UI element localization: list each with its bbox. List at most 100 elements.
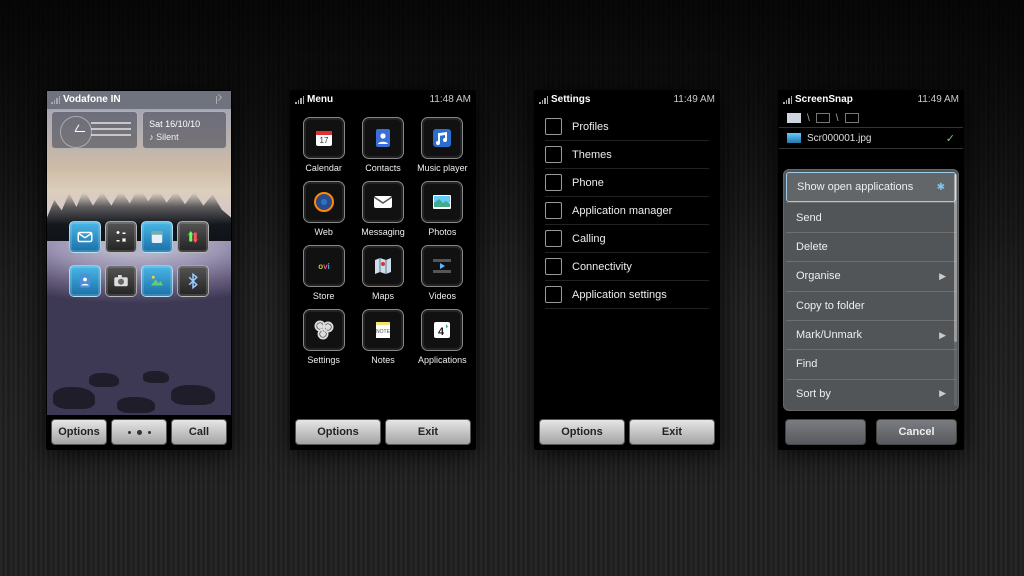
app-icon [303,309,345,351]
shortcut-calculator[interactable] [105,221,137,253]
app-icon [362,117,404,159]
app-store[interactable]: ovi Store [295,245,352,301]
settings-item-connectivity[interactable]: Connectivity [545,253,709,281]
breadcrumb[interactable]: \ \ [779,109,963,127]
clock-hand-hour [75,124,80,131]
app-videos[interactable]: Videos [414,245,471,301]
softkey-bar: Options Exit [535,415,719,449]
settings-label: Calling [572,233,606,245]
operator-label: Vodafone IN [63,94,121,105]
menu-item-copy-to-folder[interactable]: Copy to folder [786,291,956,320]
app-maps[interactable]: Maps [354,245,411,301]
app-music-player[interactable]: Music player [414,117,471,173]
shortcut-filemanager[interactable] [141,221,173,253]
shortcut-camera[interactable] [105,265,137,297]
app-label: Store [313,291,335,301]
menu-item-label: Sort by [796,388,831,400]
app-label: Photos [428,227,456,237]
softkey-call[interactable]: Call [171,419,227,445]
home-wallpaper: Vodafone IN Sat 16/10/10 ♪ Silent [47,91,231,415]
shortcut-share[interactable] [141,265,173,297]
date-profile-box[interactable]: Sat 16/10/10 ♪ Silent [142,111,227,149]
shortcut-contacts[interactable] [69,265,101,297]
settings-label: Connectivity [572,261,632,273]
wallpaper-rock [89,373,119,387]
clock-hand-minute [75,131,85,132]
softkey-exit[interactable]: Exit [629,419,715,445]
app-applications[interactable]: 4Applications [414,309,471,365]
settings-item-calling[interactable]: Calling [545,225,709,253]
clock-label: 11:49 AM [673,94,715,105]
app-settings[interactable]: Settings [295,309,352,365]
status-bar: Vodafone IN [47,91,231,109]
shortcut-messaging[interactable] [69,221,101,253]
settings-item-application-settings[interactable]: Application settings [545,281,709,309]
menu-item-label: Send [796,212,822,224]
menu-item-find[interactable]: Find [786,349,956,378]
clock-date-widget[interactable]: Sat 16/10/10 ♪ Silent [51,111,227,149]
menu-item-show-open-applications[interactable]: Show open applications✱ [786,172,956,202]
app-icon [303,181,345,223]
settings-item-application-manager[interactable]: Application manager [545,197,709,225]
settings-label: Phone [572,177,604,189]
image-thumbnail-icon [787,133,801,143]
shortcut-row-1 [47,221,231,253]
softkey-options[interactable]: Options [295,419,381,445]
settings-item-phone[interactable]: Phone [545,169,709,197]
screensnap-body: \ \ Scr000001.jpg ✓ Show open applicatio… [779,109,963,415]
app-calendar[interactable]: 17Calendar [295,117,352,173]
menu-item-delete[interactable]: Delete [786,232,956,261]
app-web[interactable]: Web [295,181,352,237]
scrollbar-thumb[interactable] [954,174,957,342]
settings-label: Application settings [572,289,667,301]
clock-label: 11:48 AM [429,94,471,105]
wallpaper-rock [171,385,215,405]
app-contacts[interactable]: Contacts [354,117,411,173]
softkey-options[interactable]: Options [51,419,107,445]
settings-item-themes[interactable]: Themes [545,141,709,169]
menu-item-label: Organise [796,270,841,282]
softkey-exit[interactable]: Exit [385,419,471,445]
softkey-options[interactable]: Options [539,419,625,445]
app-icon [362,181,404,223]
menu-item-label: Find [796,358,817,370]
app-icon [362,245,404,287]
app-label: Videos [429,291,456,301]
app-label: Contacts [365,163,401,173]
app-icon [421,181,463,223]
softkey-menu[interactable] [111,419,167,445]
shortcut-bluetooth[interactable] [177,265,209,297]
menu-item-sort-by[interactable]: Sort by▶ [786,379,956,408]
svg-text:4: 4 [438,326,445,338]
folder-icon [787,113,801,123]
signal-icon [295,96,304,104]
wallpaper-rock [53,387,95,409]
phone-screen-home: Vodafone IN Sat 16/10/10 ♪ Silent [46,90,232,450]
app-photos[interactable]: Photos [414,181,471,237]
date-label: Sat 16/10/10 [149,119,220,129]
shortcut-row-2 [47,265,231,297]
analog-clock[interactable] [51,111,138,149]
status-bar: Menu 11:48 AM [291,91,475,109]
menu-item-send[interactable]: Send [786,202,956,231]
menu-item-mark-unmark[interactable]: Mark/Unmark▶ [786,320,956,349]
settings-label: Themes [572,149,612,161]
menu-item-organise[interactable]: Organise ▶ [786,261,956,290]
folder-icon [816,113,830,123]
app-icon: NOTE [362,309,404,351]
shortcut-transfer[interactable] [177,221,209,253]
submenu-arrow-icon: ▶ [939,271,946,282]
settings-label: Application manager [572,205,672,217]
profile-label: Silent [156,132,179,142]
svg-text:ovi: ovi [318,262,330,271]
app-messaging[interactable]: Messaging [354,181,411,237]
status-bar: Settings 11:49 AM [535,91,719,109]
app-notes[interactable]: NOTENotes [354,309,411,365]
settings-item-profiles[interactable]: Profiles [545,113,709,141]
checkbox-icon [545,286,562,303]
softkey-blank[interactable] [785,419,866,445]
app-label: Messaging [361,227,405,237]
app-icon: 17 [303,117,345,159]
softkey-cancel[interactable]: Cancel [876,419,957,445]
file-row[interactable]: Scr000001.jpg ✓ [779,127,963,149]
